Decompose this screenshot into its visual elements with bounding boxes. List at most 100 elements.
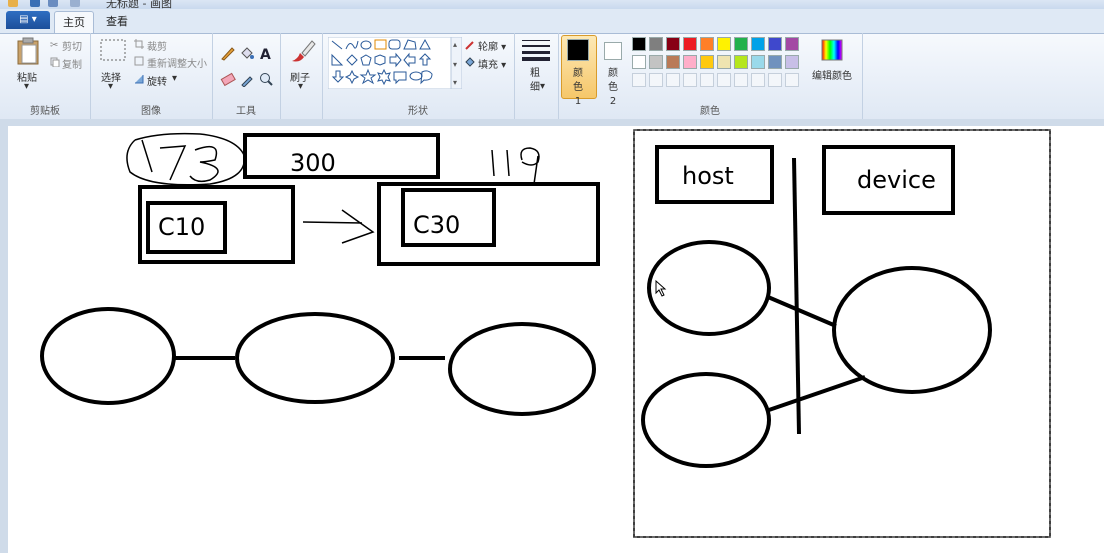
palette-swatch[interactable] (734, 37, 748, 51)
handwritten-173-scribble (126, 132, 246, 186)
palette-swatch[interactable] (768, 55, 782, 69)
undo-icon[interactable] (48, 0, 58, 7)
colors-group: 颜色 1 颜色 2 编辑颜色 颜色 (558, 33, 863, 119)
divider-line (792, 157, 801, 435)
select-dropdown-icon[interactable]: ▾ (108, 81, 113, 92)
save-icon[interactable] (30, 0, 40, 7)
custom-color-slot[interactable] (632, 73, 646, 87)
custom-color-slot[interactable] (734, 73, 748, 87)
ellipse-left-3 (448, 322, 596, 416)
palette-swatch[interactable] (717, 55, 731, 69)
tools-group: A 工具 (212, 33, 281, 119)
palette-swatch[interactable] (649, 37, 663, 51)
palette-swatch[interactable] (734, 55, 748, 69)
shapes-group: ▴ ▾ ▾ 轮廓 ▾ 填充 ▾ 形状 (322, 33, 515, 119)
tab-view[interactable]: 查看 (98, 11, 136, 33)
custom-color-slot[interactable] (717, 73, 731, 87)
ellipse-left-1 (40, 307, 176, 405)
size-group: 粗细 ▾ (514, 33, 559, 119)
brushes-group: 刷子 ▾ (280, 33, 323, 119)
select-icon[interactable] (100, 39, 126, 61)
label-host: host (682, 162, 734, 190)
tools-group-label: 工具 (236, 106, 256, 117)
palette-swatch[interactable] (666, 37, 680, 51)
palette-swatch[interactable] (785, 37, 799, 51)
svg-text:▾: ▾ (453, 78, 457, 87)
rotate-icon (135, 75, 144, 84)
fill-button[interactable]: 填充 ▾ (478, 56, 506, 71)
palette-swatch[interactable] (632, 55, 646, 69)
svg-text:A: A (260, 47, 271, 61)
rotate-button[interactable]: 旋转 (147, 73, 167, 88)
shapes-gallery[interactable]: ▴ ▾ ▾ (328, 37, 462, 89)
custom-color-slot[interactable] (751, 73, 765, 87)
crop-button[interactable]: 裁剪 (147, 38, 167, 53)
file-menu-button[interactable]: ▤ ▾ (6, 11, 50, 29)
title-bar: 无标题 - 画图 (0, 0, 1104, 9)
palette-swatch[interactable] (751, 55, 765, 69)
ribbon-tab-bar (0, 9, 1104, 33)
color2-swatch[interactable] (604, 42, 622, 60)
outline-button[interactable]: 轮廓 ▾ (478, 38, 506, 53)
fill-icon (465, 57, 475, 67)
arrow-line (302, 221, 363, 224)
resize-button[interactable]: 重新调整大小 (147, 55, 207, 70)
palette-swatch[interactable] (768, 37, 782, 51)
paste-icon[interactable] (16, 37, 40, 65)
palette-swatch[interactable] (649, 55, 663, 69)
eraser-icon[interactable] (220, 71, 236, 87)
rotate-dropdown-icon[interactable]: ▾ (172, 73, 177, 84)
custom-color-slot[interactable] (700, 73, 714, 87)
palette-swatch[interactable] (632, 37, 646, 51)
window-title: 无标题 - 画图 (106, 0, 172, 9)
copy-button[interactable]: 复制 (62, 56, 82, 71)
crop-icon (134, 39, 144, 49)
color1-swatch (567, 39, 589, 61)
svg-text:▾: ▾ (453, 60, 457, 69)
color-picker-icon[interactable] (239, 71, 255, 87)
label-device: device (857, 166, 936, 194)
tab-home[interactable]: 主页 (54, 11, 94, 34)
edge-host-top-device (767, 295, 837, 328)
palette-swatch[interactable] (666, 55, 680, 69)
palette-swatch[interactable] (683, 55, 697, 69)
line-size-icon[interactable] (522, 39, 550, 61)
handwritten-119 (491, 147, 540, 185)
box-300 (243, 133, 440, 179)
custom-color-slot[interactable] (649, 73, 663, 87)
arrow-head (341, 209, 375, 244)
palette-swatch[interactable] (700, 55, 714, 69)
custom-color-slot[interactable] (785, 73, 799, 87)
brush-icon[interactable] (288, 39, 316, 65)
palette-swatch[interactable] (751, 37, 765, 51)
custom-color-slot[interactable] (683, 73, 697, 87)
cut-icon: ✂ (50, 40, 58, 49)
redo-icon[interactable] (70, 0, 80, 7)
svg-text:▴: ▴ (453, 40, 457, 49)
palette-swatch[interactable] (683, 37, 697, 51)
palette-swatch[interactable] (785, 55, 799, 69)
clipboard-group-label: 剪贴板 (30, 106, 60, 117)
mouse-cursor-icon (655, 279, 667, 297)
label-c30: C30 (413, 211, 460, 239)
cut-button[interactable]: 剪切 (62, 38, 82, 53)
copy-icon (50, 57, 60, 67)
text-tool-icon[interactable]: A (258, 45, 274, 61)
custom-color-slot[interactable] (666, 73, 680, 87)
brushes-dropdown-icon[interactable]: ▾ (298, 81, 303, 92)
custom-color-slot[interactable] (768, 73, 782, 87)
fill-bucket-icon[interactable] (239, 45, 255, 61)
outline-icon (465, 41, 474, 50)
paste-dropdown-icon[interactable]: ▾ (24, 81, 29, 92)
edit-colors-icon[interactable] (821, 39, 843, 61)
drawing-canvas[interactable]: 300 C10 C30 host device (8, 126, 1104, 553)
image-group: 选择 ▾ 裁剪 重新调整大小 旋转 ▾ 图像 (90, 33, 213, 119)
magnifier-icon[interactable] (258, 71, 274, 87)
palette-swatch[interactable] (717, 37, 731, 51)
pencil-icon[interactable] (220, 45, 236, 61)
host-ellipse-bottom (641, 372, 771, 468)
ellipse-left-2 (235, 312, 395, 404)
palette-swatch[interactable] (700, 37, 714, 51)
size-dropdown-icon[interactable]: ▾ (540, 81, 545, 92)
edit-colors-button[interactable]: 编辑颜色 (812, 67, 852, 82)
